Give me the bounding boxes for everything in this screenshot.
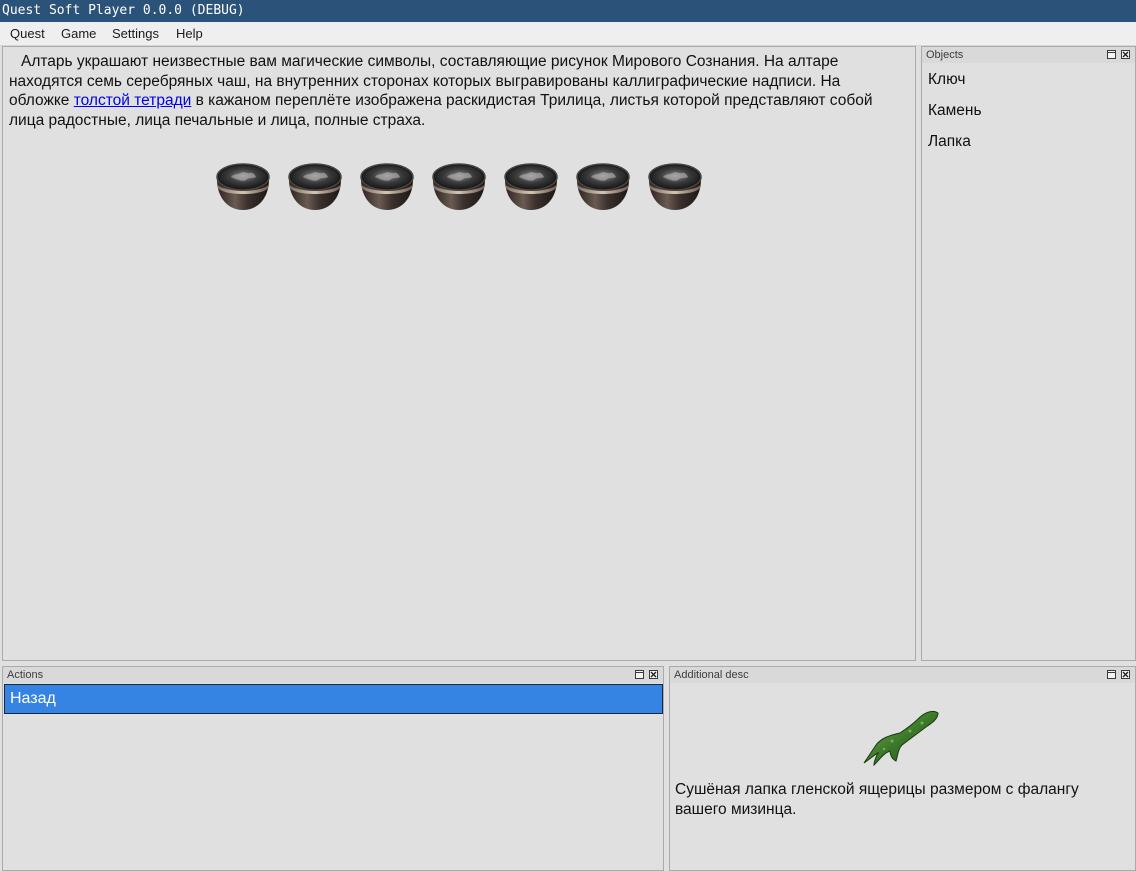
- menu-settings[interactable]: Settings: [112, 22, 159, 46]
- actions-panel-title: Actions: [3, 667, 663, 683]
- objects-panel: Objects Ключ Камень Лапка: [921, 46, 1136, 661]
- bowl-image: [432, 163, 486, 211]
- additional-desc-text: Сушёная лапка гленской ящерицы размером …: [675, 781, 1079, 818]
- bowl-image: [576, 163, 630, 211]
- menubar: Quest Game Settings Help: [0, 22, 1136, 46]
- float-icon[interactable]: [635, 670, 644, 679]
- action-item-back[interactable]: Назад: [4, 684, 663, 714]
- objects-panel-title: Objects: [922, 47, 1135, 63]
- bowl-image: [504, 163, 558, 211]
- float-icon[interactable]: [1107, 670, 1116, 679]
- menu-quest[interactable]: Quest: [10, 22, 45, 46]
- close-icon[interactable]: [649, 670, 658, 679]
- bowl-image: [648, 163, 702, 211]
- menu-game[interactable]: Game: [61, 22, 96, 46]
- close-icon[interactable]: [1121, 50, 1130, 59]
- close-icon[interactable]: [1121, 670, 1130, 679]
- bowl-image: [360, 163, 414, 211]
- bowl-image: [288, 163, 342, 211]
- notebook-link[interactable]: толстой тетради: [74, 92, 192, 109]
- object-item-stone[interactable]: Камень: [928, 102, 982, 120]
- window-title: Quest Soft Player 0.0.0 (DEBUG): [0, 0, 1136, 22]
- main-description-pane: Алтарь украшают неизвестные вам магическ…: [2, 46, 916, 661]
- lizard-paw-image: [863, 710, 939, 767]
- float-icon[interactable]: [1107, 50, 1116, 59]
- object-item-key[interactable]: Ключ: [928, 71, 965, 89]
- actions-panel: Actions Назад: [2, 666, 664, 871]
- main-description-text: Алтарь украшают неизвестные вам магическ…: [9, 52, 904, 130]
- additional-desc-panel: Additional desc Сушёная лапка гленской я…: [669, 666, 1136, 871]
- menu-help[interactable]: Help: [176, 22, 203, 46]
- object-item-paw[interactable]: Лапка: [928, 133, 971, 151]
- additional-desc-panel-title: Additional desc: [670, 667, 1135, 683]
- bowl-image: [216, 163, 270, 211]
